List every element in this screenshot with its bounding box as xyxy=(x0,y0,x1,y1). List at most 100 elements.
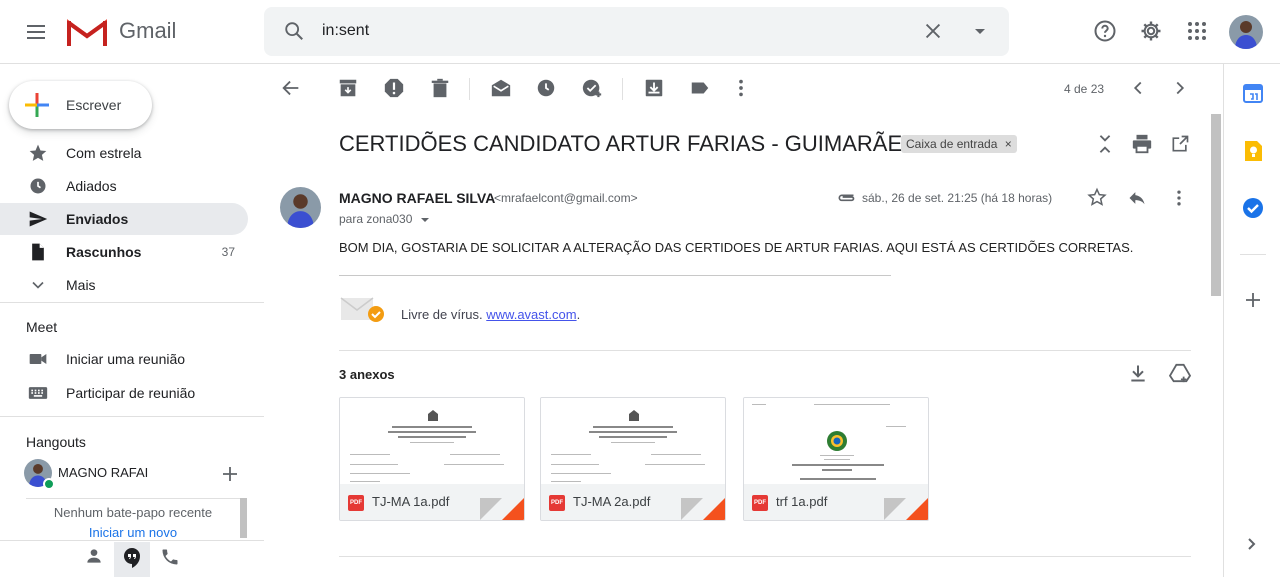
sidebar-item-starred[interactable]: Com estrela xyxy=(0,137,248,169)
sidebar-divider xyxy=(0,416,264,417)
page-fold-shadow xyxy=(681,498,703,520)
hangouts-section-title: Hangouts xyxy=(26,434,86,450)
attachment-preview xyxy=(340,398,524,484)
sidebar-item-more[interactable]: Mais xyxy=(0,269,248,301)
mark-unread-icon[interactable] xyxy=(490,77,512,99)
account-avatar[interactable] xyxy=(1229,15,1263,49)
sidebar-item-sent[interactable]: Enviados xyxy=(0,203,248,235)
attachment-bar: PDF trf 1a.pdf xyxy=(744,484,928,520)
keyboard-icon xyxy=(28,383,48,403)
add-task-icon[interactable] xyxy=(581,77,603,99)
sidebar-divider xyxy=(0,302,264,303)
scrollbar-thumb[interactable] xyxy=(1211,114,1221,296)
attachment-name: trf 1a.pdf xyxy=(776,494,828,509)
print-icon[interactable] xyxy=(1131,133,1153,155)
email-date: sáb., 26 de set. 21:25 (há 18 horas) xyxy=(862,191,1053,205)
calendar-icon[interactable] xyxy=(1243,83,1263,103)
sender-email: <mrafaelcont@gmail.com> xyxy=(494,191,638,205)
search-bar[interactable] xyxy=(264,7,1009,56)
star-toggle-icon[interactable] xyxy=(1087,187,1107,207)
meet-start-meeting[interactable]: Iniciar uma reunião xyxy=(0,343,248,375)
pdf-icon: PDF xyxy=(549,495,565,511)
sidebar-item-label: Adiados xyxy=(66,178,117,194)
search-icon[interactable] xyxy=(283,20,305,42)
avast-link[interactable]: www.avast.com xyxy=(486,307,576,322)
back-arrow-icon[interactable] xyxy=(280,77,302,99)
sender-name[interactable]: MAGNO RAFAEL SILVA xyxy=(339,190,495,206)
get-addons-icon[interactable] xyxy=(1243,290,1263,310)
attachment-name: TJ-MA 2a.pdf xyxy=(573,494,651,509)
meet-item-label: Participar de reunião xyxy=(66,385,196,401)
hangouts-scrollbar[interactable] xyxy=(240,498,247,538)
recipients-dropdown-icon[interactable] xyxy=(420,216,430,224)
move-to-icon[interactable] xyxy=(643,77,665,99)
search-options-icon[interactable] xyxy=(970,20,990,42)
gmail-logo-icon[interactable] xyxy=(67,17,107,47)
keep-icon[interactable] xyxy=(1243,140,1263,162)
open-new-window-icon[interactable] xyxy=(1170,133,1190,155)
prev-message-icon[interactable] xyxy=(1128,77,1148,99)
label-icon[interactable] xyxy=(689,77,711,99)
clock-icon xyxy=(28,176,48,196)
hangouts-start-link[interactable]: Iniciar um novo xyxy=(26,525,240,540)
clear-search-icon[interactable] xyxy=(922,20,944,42)
sidebar-item-snoozed[interactable]: Adiados xyxy=(0,170,248,202)
hangouts-user-name[interactable]: MAGNO RAFAI xyxy=(58,465,148,480)
attachment-card[interactable]: PDF TJ-MA 1a.pdf xyxy=(339,397,525,521)
compose-plus-icon[interactable] xyxy=(25,93,49,117)
attachment-clip-icon xyxy=(836,190,856,204)
report-spam-icon[interactable] xyxy=(383,77,405,99)
gear-icon[interactable] xyxy=(1139,19,1163,43)
hangouts-chat-icon[interactable] xyxy=(122,547,142,569)
pdf-icon: PDF xyxy=(752,495,768,511)
hangouts-divider xyxy=(26,498,240,499)
attachment-bar: PDF TJ-MA 1a.pdf xyxy=(340,484,524,520)
message-more-icon[interactable] xyxy=(1171,188,1187,208)
chevron-down-icon xyxy=(28,275,48,295)
more-vert-icon[interactable] xyxy=(732,77,750,99)
archive-icon[interactable] xyxy=(337,77,359,99)
sender-avatar[interactable] xyxy=(280,187,321,228)
apps-grid-icon[interactable] xyxy=(1185,19,1209,43)
compose-label[interactable]: Escrever xyxy=(66,97,121,113)
app-name[interactable]: Gmail xyxy=(119,18,176,44)
download-all-icon[interactable] xyxy=(1128,363,1148,383)
reply-icon[interactable] xyxy=(1127,188,1147,208)
attachments-divider xyxy=(339,350,1191,351)
page-fold xyxy=(906,498,928,520)
label-chip-text: Caixa de entrada xyxy=(906,137,998,151)
inbox-label-chip[interactable]: Caixa de entrada × xyxy=(901,135,1017,153)
avast-mail-icon xyxy=(340,296,386,326)
avast-text: Livre de vírus. xyxy=(401,307,487,322)
phone-icon[interactable] xyxy=(160,547,180,567)
online-status-dot xyxy=(43,478,55,490)
toolbar-divider xyxy=(622,78,623,100)
attachment-bar: PDF TJ-MA 2a.pdf xyxy=(541,484,725,520)
recipients-toggle[interactable]: para zona030 xyxy=(339,212,430,226)
next-message-icon[interactable] xyxy=(1170,77,1190,99)
sidebar-item-drafts[interactable]: Rascunhos 37 xyxy=(0,236,248,268)
collapse-all-icon[interactable] xyxy=(1095,133,1115,155)
save-to-drive-icon[interactable] xyxy=(1169,363,1191,383)
delete-icon[interactable] xyxy=(429,77,451,99)
contacts-icon[interactable] xyxy=(84,546,104,566)
help-icon[interactable] xyxy=(1093,19,1117,43)
avast-signature: Livre de vírus. www.avast.com. xyxy=(401,307,580,322)
tasks-icon[interactable] xyxy=(1242,197,1264,219)
email-body: BOM DIA, GOSTARIA DE SOLICITAR A ALTERAÇ… xyxy=(339,240,1134,255)
recipients-text: para zona030 xyxy=(339,212,413,226)
message-bottom-divider xyxy=(339,556,1191,557)
attachments-title: 3 anexos xyxy=(339,367,395,382)
attachment-card[interactable]: PDF trf 1a.pdf xyxy=(743,397,929,521)
side-panel-divider xyxy=(1240,254,1266,255)
attachment-card[interactable]: PDF TJ-MA 2a.pdf xyxy=(540,397,726,521)
main-menu-icon[interactable] xyxy=(24,20,48,44)
pagination-count: 4 de 23 xyxy=(1064,82,1105,96)
snooze-clock-icon[interactable] xyxy=(535,77,557,99)
search-input[interactable]: in:sent xyxy=(322,22,369,40)
sidebar-divider xyxy=(0,540,264,541)
add-chat-icon[interactable] xyxy=(221,465,239,483)
meet-join-meeting[interactable]: Participar de reunião xyxy=(0,377,248,409)
expand-side-panel-icon[interactable] xyxy=(1244,534,1260,554)
remove-label-icon[interactable]: × xyxy=(1005,137,1012,151)
